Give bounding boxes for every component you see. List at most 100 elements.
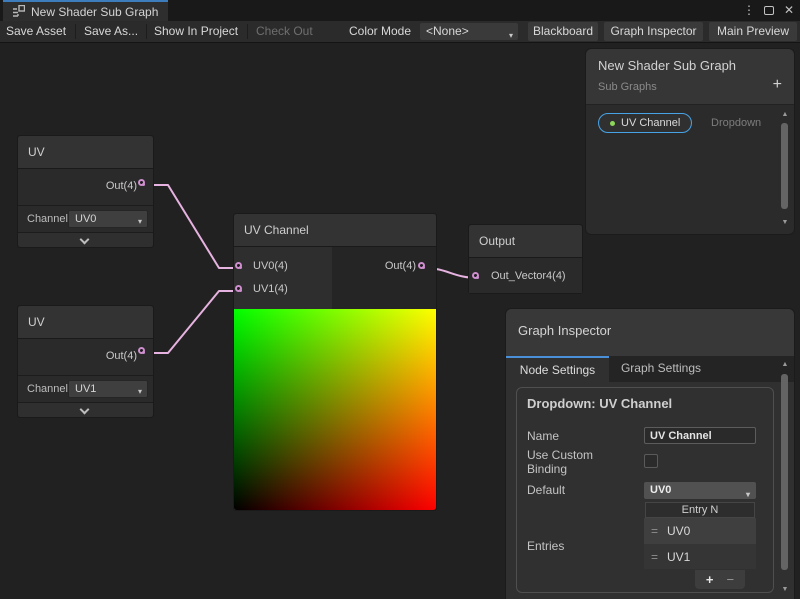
entry-value: UV1 xyxy=(667,550,690,564)
port-uvchannel-uv0-in[interactable] xyxy=(235,262,242,269)
maximize-icon[interactable] xyxy=(764,6,774,15)
close-icon[interactable]: ✕ xyxy=(782,0,796,21)
drag-handle-icon[interactable]: = xyxy=(651,550,658,564)
exposed-dot-icon xyxy=(610,121,615,126)
edge-uv1[interactable] xyxy=(144,291,241,353)
inspector-scrollbar[interactable]: ▲ ▼ xyxy=(780,359,790,598)
channel-label: Channel xyxy=(27,383,68,395)
toolbar-separator xyxy=(75,24,76,39)
default-dropdown[interactable]: UV0 ▾ xyxy=(644,482,756,499)
name-label: Name xyxy=(527,429,559,443)
entries-list-footer: + − xyxy=(695,570,745,589)
toolbar: Save Asset Save As... Show In Project Ch… xyxy=(0,21,800,43)
node-control-row: Channel UV0 ▾ xyxy=(18,205,153,232)
toolbar-separator xyxy=(247,24,248,39)
blackboard-subtitle: Sub Graphs xyxy=(598,81,657,93)
show-in-project-button[interactable]: Show In Project xyxy=(154,21,238,42)
port-label-out-vector4: Out_Vector4(4) xyxy=(491,270,566,282)
graph-inspector-toggle-button[interactable]: Graph Inspector xyxy=(604,22,703,41)
menu-icon[interactable]: ⋮ xyxy=(742,0,756,21)
scroll-down-icon[interactable]: ▼ xyxy=(780,219,790,226)
entries-header: Entry N xyxy=(645,502,755,518)
port-label-uv0: UV0(4) xyxy=(253,260,288,272)
channel-dropdown[interactable]: UV1 ▾ xyxy=(68,380,148,398)
dropdown-settings-box: Dropdown: UV Channel Name Use Custom Bin… xyxy=(516,387,774,593)
scroll-up-icon[interactable]: ▲ xyxy=(780,361,790,368)
channel-dropdown[interactable]: UV0 ▾ xyxy=(68,210,148,228)
port-label-uv1: UV1(4) xyxy=(253,283,288,295)
port-label-out: Out(4) xyxy=(106,350,137,362)
subgraph-icon xyxy=(12,5,25,18)
toolbar-separator xyxy=(146,24,147,39)
color-mode-dropdown[interactable]: <None> ▾ xyxy=(420,23,518,40)
port-uv2-out[interactable] xyxy=(138,347,145,354)
entries-label: Entries xyxy=(527,539,564,553)
entry-row-uv1[interactable]: = UV1 xyxy=(644,544,756,569)
graph-inspector-panel: Graph Inspector Node Settings Graph Sett… xyxy=(505,308,795,599)
blackboard-panel: New Shader Sub Graph Sub Graphs + UV Cha… xyxy=(585,48,795,235)
channel-label: Channel xyxy=(27,213,68,225)
name-field[interactable] xyxy=(644,427,756,444)
check-out-button[interactable]: Check Out xyxy=(256,21,313,42)
chevron-down-icon: ▾ xyxy=(138,384,142,400)
port-uvchannel-out[interactable] xyxy=(418,262,425,269)
node-uv-1[interactable]: UV Out(4) Channel UV0 ▾ xyxy=(17,135,154,248)
node-title[interactable]: Output xyxy=(469,225,582,258)
tab-new-shader-sub-graph[interactable]: New Shader Sub Graph xyxy=(3,0,168,21)
tab-node-settings[interactable]: Node Settings xyxy=(506,356,609,382)
node-title[interactable]: UV xyxy=(18,306,153,339)
collapse-button[interactable] xyxy=(18,232,153,247)
blackboard-title: New Shader Sub Graph xyxy=(598,58,736,73)
blackboard-scrollbar[interactable]: ▲ ▼ xyxy=(780,111,790,229)
color-mode-label: Color Mode xyxy=(349,21,411,42)
blackboard-toggle-button[interactable]: Blackboard xyxy=(528,22,598,41)
add-entry-button[interactable]: + xyxy=(706,570,714,589)
input-column: UV0(4) UV1(4) xyxy=(234,247,332,309)
node-uv-channel[interactable]: UV Channel UV0(4) UV1(4) Out(4) xyxy=(233,213,437,511)
tab-graph-settings[interactable]: Graph Settings xyxy=(609,356,713,382)
node-output[interactable]: Output Out_Vector4(4) xyxy=(468,224,583,294)
inspector-header: Graph Inspector xyxy=(506,309,794,356)
main-preview-toggle-button[interactable]: Main Preview xyxy=(709,22,797,41)
scrollbar-thumb[interactable] xyxy=(781,123,788,209)
node-title[interactable]: UV Channel xyxy=(234,214,436,247)
output-column: Out(4) xyxy=(332,247,436,309)
port-output-in[interactable] xyxy=(472,272,479,279)
channel-value: UV0 xyxy=(75,213,96,225)
property-pill-uv-channel[interactable]: UV Channel xyxy=(598,113,692,133)
edge-uv0[interactable] xyxy=(144,185,241,268)
default-value: UV0 xyxy=(650,484,671,496)
scroll-down-icon[interactable]: ▼ xyxy=(780,586,790,593)
blackboard-header: New Shader Sub Graph Sub Graphs + xyxy=(586,49,794,105)
drag-handle-icon[interactable]: = xyxy=(651,524,658,538)
node-ports-section: UV0(4) UV1(4) Out(4) xyxy=(234,247,436,309)
add-property-button[interactable]: + xyxy=(773,76,782,94)
entry-row-uv0[interactable]: = UV0 xyxy=(644,518,756,544)
node-title[interactable]: UV xyxy=(18,136,153,169)
node-output-row: Out(4) xyxy=(18,169,153,205)
scrollbar-thumb[interactable] xyxy=(781,374,788,570)
remove-entry-button[interactable]: − xyxy=(727,570,735,589)
port-label-out: Out(4) xyxy=(385,260,416,272)
node-output-row: Out(4) xyxy=(18,339,153,375)
section-title: Dropdown: UV Channel xyxy=(527,396,672,411)
inspector-tab-bar: Node Settings Graph Settings xyxy=(506,356,794,382)
chevron-down-icon: ▾ xyxy=(509,27,513,44)
property-name: UV Channel xyxy=(621,117,680,129)
inspector-title: Graph Inspector xyxy=(518,323,611,338)
shader-graph-window: New Shader Sub Graph ⋮ ✕ Save Asset Save… xyxy=(0,0,800,599)
channel-value: UV1 xyxy=(75,383,96,395)
chevron-down-icon: ▾ xyxy=(746,486,750,503)
property-type-label: Dropdown xyxy=(711,117,761,129)
use-custom-binding-checkbox[interactable] xyxy=(644,454,658,468)
node-input-row: Out_Vector4(4) xyxy=(469,258,582,293)
port-uv1-out[interactable] xyxy=(138,179,145,186)
uv-preview-image xyxy=(234,309,436,510)
save-as-button[interactable]: Save As... xyxy=(84,21,138,42)
save-asset-button[interactable]: Save Asset xyxy=(6,21,66,42)
scroll-up-icon[interactable]: ▲ xyxy=(780,111,790,118)
node-uv-2[interactable]: UV Out(4) Channel UV1 ▾ xyxy=(17,305,154,418)
use-custom-binding-label: Use Custom Binding xyxy=(527,448,622,476)
collapse-button[interactable] xyxy=(18,402,153,417)
port-uvchannel-uv1-in[interactable] xyxy=(235,285,242,292)
